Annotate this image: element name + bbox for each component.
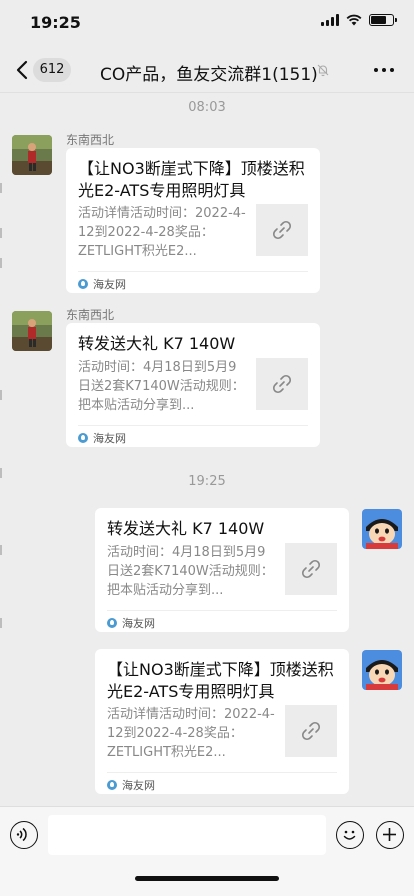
- source-name: 海友网: [93, 432, 126, 445]
- card-separator: [78, 425, 308, 426]
- source-logo-icon: [107, 618, 117, 628]
- source-logo-icon: [107, 780, 117, 790]
- signal-icon: [321, 14, 339, 26]
- card-source: 海友网: [107, 777, 155, 793]
- card-separator: [107, 610, 337, 611]
- link-card[interactable]: 转发送大礼 K7 140W 活动时间：4月18日到5月9日送2套K7140W活动…: [66, 323, 320, 447]
- input-bar: [0, 806, 414, 896]
- link-icon: [301, 721, 321, 741]
- header-divider: [0, 92, 414, 93]
- card-title: 转发送大礼 K7 140W: [78, 334, 236, 353]
- status-time: 19:25: [30, 13, 81, 32]
- edge-mark: [0, 618, 2, 628]
- link-icon: [301, 559, 321, 579]
- my-avatar[interactable]: [362, 509, 402, 549]
- card-source: 海友网: [78, 430, 126, 446]
- card-title: 转发送大礼 K7 140W: [107, 519, 265, 538]
- link-thumbnail: [256, 204, 308, 256]
- card-source: 海友网: [107, 615, 155, 631]
- card-description: 活动时间：4月18日到5月9日送2套K7140W活动规则：把本贴活动分享到...: [78, 360, 245, 413]
- link-card[interactable]: 转发送大礼 K7 140W 活动时间：4月18日到5月9日送2套K7140W活动…: [95, 508, 349, 632]
- sender-name: 东南西北: [66, 308, 115, 322]
- source-logo-icon: [78, 433, 88, 443]
- unread-count-badge[interactable]: 612: [33, 58, 71, 82]
- source-name: 海友网: [122, 779, 155, 792]
- edge-mark: [0, 545, 2, 555]
- link-card[interactable]: 【让NO3断崖式下降】顶楼送积光E2-ATS专用照明灯具 活动详情活动时间：20…: [95, 649, 349, 794]
- chat-title: CO产品，鱼友交流群1(151): [100, 65, 318, 85]
- card-description: 活动详情活动时间：2022-4-12到2022-4-28奖品：ZETLIGHT积…: [78, 206, 246, 259]
- link-thumbnail: [256, 358, 308, 410]
- source-name: 海友网: [122, 617, 155, 630]
- edge-mark: [0, 183, 2, 193]
- link-thumbnail: [285, 543, 337, 595]
- source-name: 海友网: [93, 278, 126, 291]
- link-thumbnail: [285, 705, 337, 757]
- battery-icon: [369, 14, 397, 26]
- status-icons: [321, 14, 397, 26]
- sender-name: 东南西北: [66, 133, 115, 147]
- card-separator: [107, 772, 337, 773]
- chevron-left-icon[interactable]: [12, 58, 32, 82]
- card-separator: [78, 271, 308, 272]
- source-logo-icon: [78, 279, 88, 289]
- wifi-icon: [346, 14, 362, 26]
- plus-icon[interactable]: [376, 821, 404, 849]
- link-card[interactable]: 【让NO3断崖式下降】顶楼送积光E2-ATS专用照明灯具 活动详情活动时间：20…: [66, 148, 320, 293]
- message-timestamp: 19:25: [188, 474, 226, 489]
- voice-icon[interactable]: [10, 821, 38, 849]
- edge-mark: [0, 390, 2, 400]
- avatar[interactable]: [12, 311, 52, 351]
- card-description: 活动详情活动时间：2022-4-12到2022-4-28奖品：ZETLIGHT积…: [107, 707, 275, 760]
- link-icon: [272, 220, 292, 240]
- edge-mark: [0, 228, 2, 238]
- card-title: 【让NO3断崖式下降】顶楼送积光E2-ATS专用照明灯具: [107, 660, 334, 701]
- more-dots-icon[interactable]: [374, 68, 394, 72]
- card-source: 海友网: [78, 276, 126, 292]
- link-icon: [272, 374, 292, 394]
- home-indicator[interactable]: [135, 876, 279, 881]
- message-input[interactable]: [48, 815, 326, 855]
- emoji-icon[interactable]: [336, 821, 364, 849]
- my-avatar[interactable]: [362, 650, 402, 690]
- message-timestamp: 08:03: [188, 100, 226, 115]
- card-description: 活动时间：4月18日到5月9日送2套K7140W活动规则：把本贴活动分享到...: [107, 545, 274, 598]
- edge-mark: [0, 258, 2, 268]
- avatar[interactable]: [12, 135, 52, 175]
- bell-off-icon: [317, 64, 329, 77]
- card-title: 【让NO3断崖式下降】顶楼送积光E2-ATS专用照明灯具: [78, 159, 305, 200]
- status-bar: 19:25: [0, 0, 414, 44]
